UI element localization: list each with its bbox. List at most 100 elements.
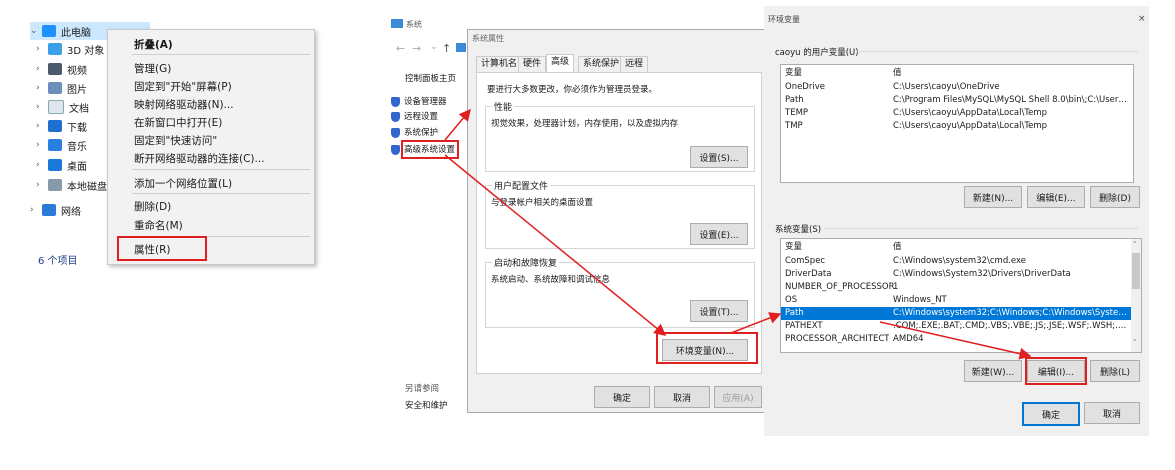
tree-item-desktop[interactable]: › 桌面 bbox=[36, 156, 87, 174]
picture-icon bbox=[48, 82, 62, 94]
startup-settings-button[interactable]: 设置(T)... bbox=[690, 300, 748, 322]
tree-item-disk[interactable]: › 本地磁盘 bbox=[36, 176, 107, 194]
table-row[interactable]: DriverData C:\Windows\System32\Drivers\Dr… bbox=[781, 268, 1131, 281]
tab-content: 要进行大多数更改，你必须作为管理员登录。 性能 视觉效果，处理器计划，内存使用，… bbox=[476, 72, 762, 374]
close-icon[interactable]: × bbox=[1138, 14, 1146, 24]
menu-item-manage[interactable]: 管理(G) bbox=[134, 61, 171, 76]
device-manager-link[interactable]: 设备管理器 bbox=[391, 95, 447, 107]
system-title: 系统 bbox=[406, 20, 422, 29]
tab-advanced[interactable]: 高级 bbox=[546, 54, 575, 72]
var-value: C:\Users\caoyu\OneDrive bbox=[893, 82, 1000, 92]
var-value: 1 bbox=[893, 282, 899, 292]
table-row[interactable]: OS Windows_NT bbox=[781, 294, 1131, 307]
table-row[interactable]: Path C:\Program Files\MySQL\MySQL Shell 8… bbox=[781, 94, 1133, 107]
menu-item-add-network[interactable]: 添加一个网络位置(L) bbox=[134, 176, 232, 191]
tree-label: 3D 对象 bbox=[67, 45, 105, 57]
tree-item-network[interactable]: › 网络 bbox=[30, 201, 81, 219]
item-count: 6 个项目 bbox=[38, 256, 78, 267]
security-link[interactable]: 安全和维护 bbox=[405, 399, 448, 411]
column-header[interactable]: 变量 bbox=[785, 67, 889, 80]
column-header[interactable]: 值 bbox=[893, 67, 1131, 80]
dialog-title: 环境变量 bbox=[768, 15, 800, 24]
chevron-right-icon[interactable]: › bbox=[36, 83, 48, 93]
menu-item-open-new-window[interactable]: 在新窗口中打开(E) bbox=[134, 115, 222, 130]
table-row[interactable]: TEMP C:\Users\caoyu\AppData\Local\Temp bbox=[781, 107, 1133, 120]
tree-label: 桌面 bbox=[67, 161, 87, 173]
chevron-right-icon[interactable]: › bbox=[36, 121, 48, 131]
table-row[interactable]: OneDrive C:\Users\caoyu\OneDrive bbox=[781, 81, 1133, 94]
shield-icon bbox=[391, 111, 400, 122]
table-row[interactable]: NUMBER_OF_PROCESSORS 1 bbox=[781, 281, 1131, 294]
tree-item-3d[interactable]: › 3D 对象 bbox=[36, 40, 104, 58]
tab-hardware[interactable]: 硬件 bbox=[518, 56, 547, 72]
music-note-icon bbox=[48, 139, 62, 151]
menu-item-pin-quick-access[interactable]: 固定到"快速访问" bbox=[134, 133, 217, 148]
tab-remote[interactable]: 远程 bbox=[620, 56, 649, 72]
menu-item-disconnect-drive[interactable]: 断开网络驱动器的连接(C)... bbox=[134, 151, 265, 166]
tree-item-pictures[interactable]: › 图片 bbox=[36, 79, 87, 97]
menu-item-map-drive[interactable]: 映射网络驱动器(N)... bbox=[134, 97, 234, 112]
chevron-right-icon[interactable]: › bbox=[36, 102, 48, 112]
system-vars-list[interactable]: 变量值 ComSpec C:\Windows\system32\cmd.exe D… bbox=[780, 238, 1142, 353]
link-label: 设备管理器 bbox=[404, 97, 447, 107]
chevron-right-icon[interactable]: › bbox=[36, 140, 48, 150]
chevron-right-icon[interactable]: › bbox=[36, 44, 48, 54]
chevron-up-icon[interactable]: ˄ bbox=[1133, 241, 1137, 249]
user-vars-list[interactable]: 变量值 OneDrive C:\Users\caoyu\OneDrive Path… bbox=[780, 64, 1134, 183]
table-row-selected[interactable]: Path C:\Windows\system32;C:\Windows;C:\Wi… bbox=[781, 307, 1131, 320]
chevron-right-icon[interactable]: › bbox=[36, 180, 48, 190]
tab-computer-name[interactable]: 计算机名 bbox=[476, 56, 523, 72]
chevron-right-icon[interactable]: › bbox=[36, 160, 48, 170]
tree-item-docs[interactable]: › 文档 bbox=[36, 98, 89, 116]
tree-label: 此电脑 bbox=[61, 27, 91, 39]
column-header[interactable]: 值 bbox=[893, 241, 1129, 254]
var-value: C:\Windows\system32\cmd.exe bbox=[893, 256, 1027, 266]
var-value: AMD64 bbox=[893, 334, 924, 344]
highlight-properties bbox=[117, 236, 207, 261]
tree-item-downloads[interactable]: › 下载 bbox=[36, 117, 87, 135]
env-cancel-button[interactable]: 取消 bbox=[1084, 402, 1140, 424]
tab-system-protection[interactable]: 系统保护 bbox=[578, 56, 625, 72]
profile-settings-button[interactable]: 设置(E)... bbox=[690, 223, 748, 245]
table-row[interactable]: PATHEXT .COM;.EXE;.BAT;.CMD;.VBS;.VBE;.JS… bbox=[781, 320, 1131, 333]
var-name: Path bbox=[785, 95, 804, 105]
system-protection-link[interactable]: 系统保护 bbox=[391, 126, 438, 138]
table-row[interactable]: PROCESSOR_ARCHITECT... AMD64 bbox=[781, 333, 1131, 346]
network-icon bbox=[42, 204, 56, 216]
chevron-right-icon[interactable]: › bbox=[30, 205, 42, 215]
up-arrow-icon[interactable]: ↑ bbox=[442, 42, 451, 55]
system-delete-button[interactable]: 删除(L) bbox=[1090, 360, 1140, 382]
env-ok-button[interactable]: 确定 bbox=[1022, 402, 1080, 426]
desktop-icon bbox=[48, 159, 62, 171]
menu-item-delete[interactable]: 删除(D) bbox=[134, 199, 171, 214]
forward-arrow-icon[interactable]: → bbox=[412, 42, 421, 55]
chevron-down-icon[interactable]: ˅ bbox=[1133, 339, 1137, 347]
tree-item-music[interactable]: › 音乐 bbox=[36, 136, 87, 154]
chevron-down-icon[interactable]: ⌄ bbox=[30, 26, 42, 36]
menu-item-pin-start[interactable]: 固定到"开始"屏幕(P) bbox=[134, 79, 232, 94]
chevron-down-icon[interactable]: ⌄ bbox=[430, 42, 438, 52]
ok-button[interactable]: 确定 bbox=[594, 386, 650, 408]
scrollbar-thumb[interactable] bbox=[1132, 253, 1140, 289]
remote-settings-link[interactable]: 远程设置 bbox=[391, 110, 438, 122]
shield-icon bbox=[391, 127, 400, 138]
scrollbar[interactable]: ˄ ˅ bbox=[1131, 239, 1141, 352]
system-new-button[interactable]: 新建(W)... bbox=[964, 360, 1022, 382]
drive-icon bbox=[48, 179, 62, 191]
performance-settings-button[interactable]: 设置(S)... bbox=[690, 146, 748, 168]
table-row[interactable]: ComSpec C:\Windows\system32\cmd.exe bbox=[781, 255, 1131, 268]
menu-item-collapse[interactable]: 折叠(A) bbox=[134, 37, 173, 52]
apply-button[interactable]: 应用(A) bbox=[714, 386, 762, 408]
tree-item-video[interactable]: › 视频 bbox=[36, 60, 87, 78]
cancel-button[interactable]: 取消 bbox=[654, 386, 710, 408]
menu-item-rename[interactable]: 重命名(M) bbox=[134, 218, 183, 233]
back-arrow-icon[interactable]: ← bbox=[396, 42, 405, 55]
chevron-right-icon[interactable]: › bbox=[36, 64, 48, 74]
group-description: 与登录帐户相关的桌面设置 bbox=[491, 198, 594, 208]
column-header[interactable]: 变量 bbox=[785, 241, 889, 254]
user-edit-button[interactable]: 编辑(E)... bbox=[1027, 186, 1085, 208]
table-row[interactable]: TMP C:\Users\caoyu\AppData\Local\Temp bbox=[781, 120, 1133, 133]
user-delete-button[interactable]: 删除(D) bbox=[1090, 186, 1140, 208]
user-new-button[interactable]: 新建(N)... bbox=[964, 186, 1022, 208]
control-panel-home-link[interactable]: 控制面板主页 bbox=[405, 72, 456, 84]
